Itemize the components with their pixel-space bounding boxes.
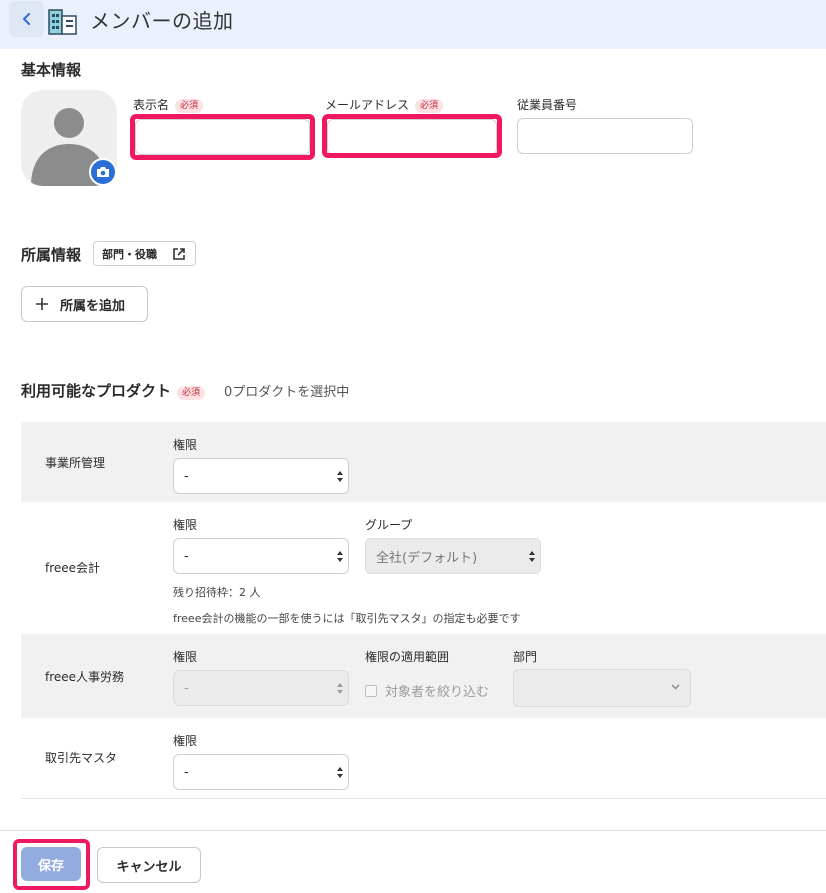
permission-label: 権限 <box>173 518 198 532</box>
employee-no-label: 従業員番号 <box>517 98 578 112</box>
permission-label: 権限 <box>173 438 198 452</box>
employee-no-input[interactable] <box>517 118 693 154</box>
permission-select[interactable]: - <box>173 538 349 574</box>
product-row-freee-accounting: freee会計 権限 - グループ 全社(デフォルト) 残り招待枠：2 人 fr… <box>21 502 826 634</box>
product-name: 事業所管理 <box>45 456 106 470</box>
department-select[interactable] <box>513 669 691 707</box>
product-row-office-management: 事業所管理 権限 - <box>21 422 826 502</box>
page-header: メンバーの追加 <box>0 0 826 49</box>
department-label: 部門 <box>513 650 538 664</box>
narrow-targets-label: 対象者を絞り込む <box>385 685 490 700</box>
footer-divider <box>0 830 826 831</box>
email-label: メールアドレス 必須 <box>325 96 444 113</box>
back-button[interactable] <box>9 1 44 37</box>
remaining-invites: 残り招待枠：2 人 <box>173 586 261 599</box>
product-name: freee人事労務 <box>45 670 125 684</box>
select-arrows-icon <box>337 767 343 778</box>
permission-select[interactable]: - <box>173 458 349 494</box>
select-arrows-icon <box>337 683 343 694</box>
product-row-partner-master: 取引先マスタ 権限 - <box>21 718 826 799</box>
select-arrows-icon <box>337 551 343 562</box>
add-affiliation-button[interactable]: 所属を追加 <box>21 286 148 322</box>
required-badge: 必須 <box>175 99 204 113</box>
required-badge: 必須 <box>177 386 206 400</box>
email-highlight <box>322 114 502 158</box>
products-title: 利用可能なプロダクト 必須 <box>21 380 206 401</box>
select-arrows-icon <box>529 551 535 562</box>
basic-info-title: 基本情報 <box>21 61 82 79</box>
building-icon <box>48 9 77 35</box>
dept-role-label: 部門・役職 <box>102 247 157 261</box>
select-arrows-icon <box>337 471 343 482</box>
permission-select[interactable]: - <box>173 670 349 706</box>
dept-role-link-button[interactable]: 部門・役職 <box>93 241 196 266</box>
permission-label: 権限 <box>173 650 198 664</box>
checkbox-icon <box>365 684 377 697</box>
chevron-left-icon <box>22 13 30 25</box>
change-photo-button[interactable] <box>89 158 117 186</box>
product-row-freee-hr: freee人事労務 権限 - 権限の適用範囲 対象者を絞り込む 部門 <box>21 634 826 718</box>
affiliation-title: 所属情報 <box>21 246 82 264</box>
permission-select[interactable]: - <box>173 754 349 790</box>
display-name-label: 表示名 必須 <box>133 96 204 113</box>
permission-label: 権限 <box>173 734 198 748</box>
required-badge: 必須 <box>415 99 444 113</box>
display-name-highlight <box>130 114 315 160</box>
save-highlight <box>13 839 90 890</box>
cancel-button[interactable]: キャンセル <box>97 847 201 883</box>
page-title: メンバーの追加 <box>90 9 234 33</box>
group-label: グループ <box>365 518 413 532</box>
group-select[interactable]: 全社(デフォルト) <box>365 538 541 574</box>
camera-icon <box>97 167 109 177</box>
accounting-note: freee会計の機能の一部を使うには「取引先マスタ」の指定も必要です <box>173 612 521 625</box>
plus-icon <box>36 298 48 310</box>
scope-label: 権限の適用範囲 <box>365 650 450 664</box>
selected-product-count: 0プロダクトを選択中 <box>224 385 350 400</box>
chevron-down-icon <box>671 684 680 690</box>
product-name: 取引先マスタ <box>45 751 118 765</box>
add-affiliation-label: 所属を追加 <box>60 298 126 314</box>
narrow-targets-checkbox[interactable]: 対象者を絞り込む <box>365 681 489 700</box>
external-link-icon <box>173 248 185 260</box>
product-name: freee会計 <box>45 561 101 575</box>
